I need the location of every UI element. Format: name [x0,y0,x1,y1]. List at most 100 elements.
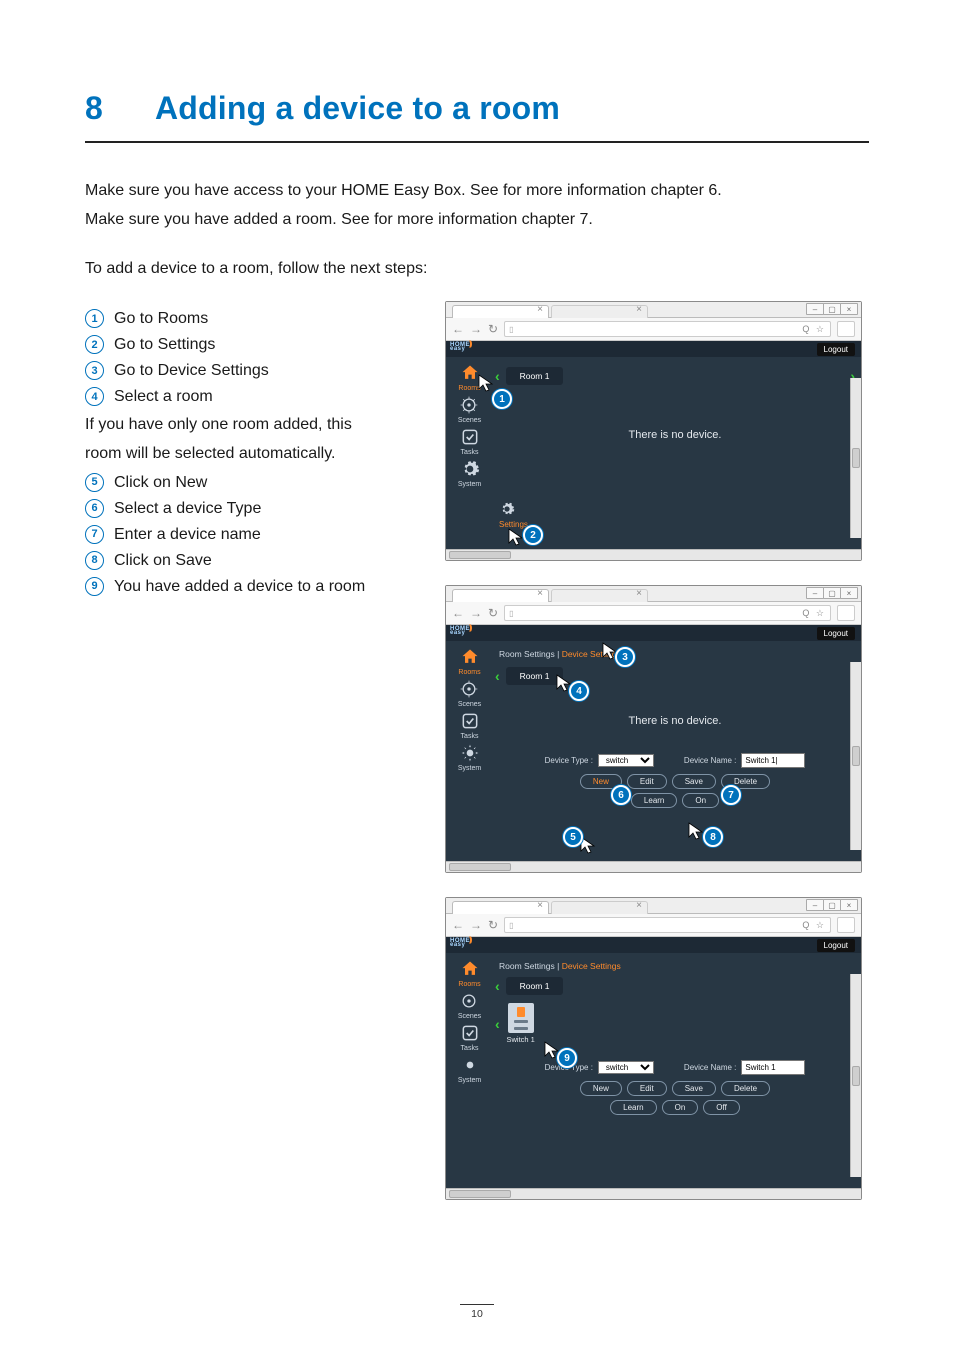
logout-button[interactable]: Logout [817,343,855,356]
device-name-input[interactable] [741,753,805,768]
delete-button[interactable]: Delete [721,1081,770,1096]
step-marker: 7 [85,525,104,544]
window-buttons[interactable]: –▢× [807,899,858,911]
browser-tab[interactable] [551,305,648,318]
page-icon: ▯ [509,325,513,334]
sidebar-item-tasks[interactable]: Tasks [460,1023,480,1052]
device-type-select[interactable]: switch [598,754,654,767]
tasks-icon [460,711,480,731]
maximize-icon[interactable]: ▢ [823,587,841,599]
prev-arrow-icon[interactable]: ‹ [495,978,500,994]
step-marker: 6 [85,499,104,518]
url-field[interactable]: ▯Q ☆ [504,605,831,621]
new-button[interactable]: New [580,1081,622,1096]
sidebar-item-rooms[interactable]: Rooms [458,959,480,988]
device-name-input[interactable] [741,1060,805,1075]
browser-tab[interactable] [452,901,549,914]
step-marker: 4 [85,387,104,406]
sidebar-item-scenes[interactable]: Scenes [458,679,481,708]
sidebar-item-scenes[interactable]: Scenes [458,395,481,424]
logout-button[interactable]: Logout [817,939,855,952]
vertical-scrollbar[interactable] [850,662,861,850]
close-icon[interactable]: × [840,899,858,911]
step-note-1: If you have only one room added, this [85,413,405,438]
prev-arrow-icon[interactable]: ‹ [495,1016,500,1032]
app-logo: HOME))))easy [450,937,470,948]
maximize-icon[interactable]: ▢ [823,303,841,315]
sidebar-item-tasks[interactable]: Tasks [460,711,480,740]
learn-button[interactable]: Learn [631,793,677,808]
minimize-icon[interactable]: – [806,899,824,911]
horizontal-scrollbar[interactable] [446,549,861,560]
room-chip[interactable]: Room 1 [506,367,564,385]
switch-device-icon [508,1003,534,1033]
settings-icon[interactable] [499,501,515,519]
window-buttons[interactable]: –▢× [807,587,858,599]
url-right-icons[interactable]: Q ☆ [802,324,826,335]
breadcrumb: Room Settings | Device Settings [499,649,855,659]
step-marker: 8 [85,551,104,570]
sidebar-item-scenes[interactable]: Scenes [458,991,481,1020]
sidebar-item-tasks[interactable]: Tasks [460,427,480,456]
tasks-icon [460,1023,480,1043]
room-chip[interactable]: Room 1 [506,977,564,995]
reload-icon[interactable]: ↻ [488,322,498,336]
device-tile[interactable]: Switch 1 [506,1003,536,1044]
forward-icon[interactable]: → [470,322,482,336]
gear-icon [460,459,480,479]
sidebar-item-system[interactable]: System [458,1055,481,1084]
callout-4: 4 [569,681,589,701]
save-button[interactable]: Save [672,774,716,789]
edit-button[interactable]: Edit [627,774,667,789]
sidebar-item-system[interactable]: System [458,743,481,772]
browser-menu-icon[interactable] [837,321,855,337]
close-icon[interactable]: × [840,303,858,315]
house-icon [460,959,480,979]
device-tile-label: Switch 1 [506,1035,534,1044]
chapter-number: 8 [85,90,155,127]
reload-icon[interactable]: ↻ [488,918,498,932]
device-type-select[interactable]: switch [598,1061,654,1074]
on-button[interactable]: On [682,793,719,808]
url-field[interactable]: ▯ Q ☆ [504,321,831,337]
browser-menu-icon[interactable] [837,605,855,621]
horizontal-scrollbar[interactable] [446,861,861,872]
sidebar-item-system[interactable]: System [458,459,481,488]
step-2: 2Go to Settings [85,333,405,357]
browser-menu-icon[interactable] [837,917,855,933]
back-icon[interactable]: ← [452,918,464,932]
minimize-icon[interactable]: – [806,587,824,599]
step-4: 4Select a room [85,385,405,409]
horizontal-scrollbar[interactable] [446,1188,861,1199]
url-field[interactable]: ▯Q ☆ [504,917,831,933]
browser-tab[interactable] [452,589,549,602]
reload-icon[interactable]: ↻ [488,606,498,620]
back-icon[interactable]: ← [452,606,464,620]
minimize-icon[interactable]: – [806,303,824,315]
back-icon[interactable]: ← [452,322,464,336]
forward-icon[interactable]: → [470,606,482,620]
prev-arrow-icon[interactable]: ‹ [495,668,500,684]
off-button[interactable]: Off [703,1100,740,1115]
on-button[interactable]: On [662,1100,699,1115]
screenshot-3: –▢× ← → ↻ ▯Q ☆ HOME))))easy Logout Rooms Sce… [445,897,862,1200]
url-right-icons[interactable]: Q ☆ [802,608,826,619]
gear-icon [460,743,480,763]
url-right-icons[interactable]: Q ☆ [802,920,826,931]
vertical-scrollbar[interactable] [850,974,861,1177]
save-button[interactable]: Save [672,1081,716,1096]
house-icon [460,647,480,667]
logout-button[interactable]: Logout [817,627,855,640]
browser-tab[interactable] [452,305,549,318]
close-icon[interactable]: × [840,587,858,599]
prev-arrow-icon[interactable]: ‹ [495,368,500,384]
maximize-icon[interactable]: ▢ [823,899,841,911]
edit-button[interactable]: Edit [627,1081,667,1096]
sidebar-item-rooms[interactable]: Rooms [458,647,480,676]
forward-icon[interactable]: → [470,918,482,932]
window-buttons[interactable]: –▢× [807,303,858,315]
vertical-scrollbar[interactable] [850,378,861,538]
learn-button[interactable]: Learn [610,1100,656,1115]
browser-tab[interactable] [551,901,648,914]
browser-tab[interactable] [551,589,648,602]
